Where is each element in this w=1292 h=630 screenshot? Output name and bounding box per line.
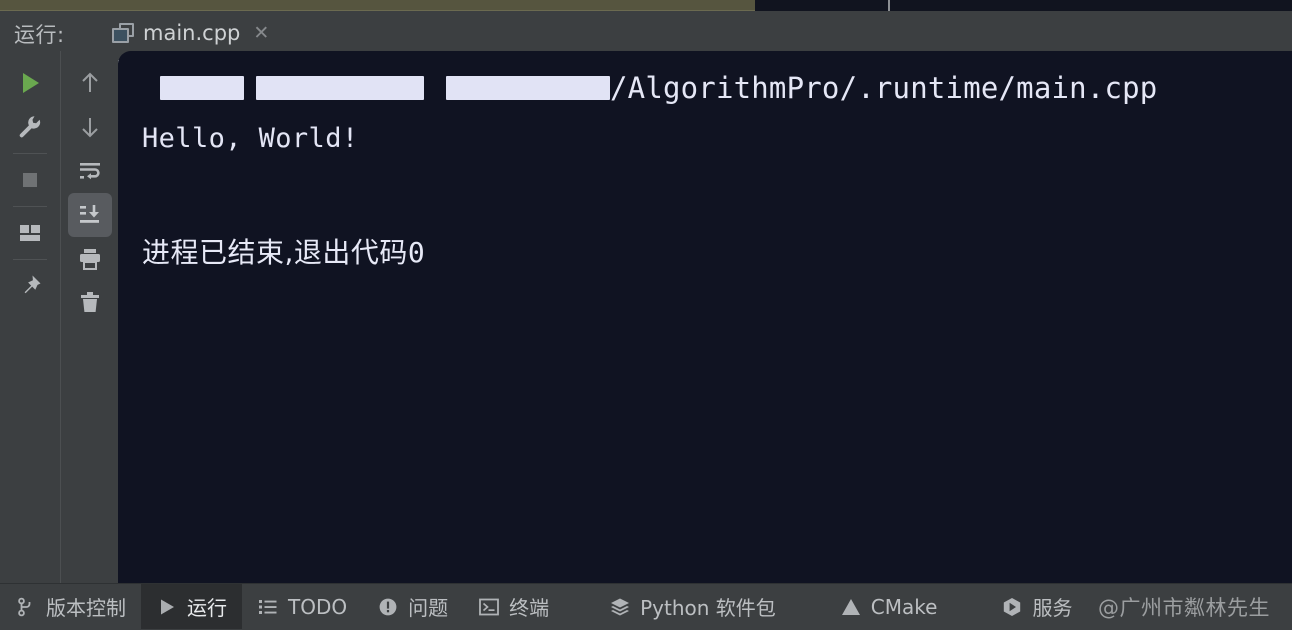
tab-main-cpp[interactable]: main.cpp ✕ — [112, 16, 269, 50]
console-exit-prefix: 进程已结束,退出代码 — [142, 236, 408, 269]
status-item-label: 终端 — [509, 596, 550, 620]
run-actions-toolbar — [0, 51, 60, 583]
print-button[interactable] — [68, 237, 112, 281]
play-icon — [23, 73, 39, 93]
previous-occurrence-button[interactable] — [68, 61, 112, 105]
status-item-run[interactable]: 运行 — [141, 584, 242, 629]
console-actions-toolbar — [60, 51, 118, 583]
pin-button[interactable] — [8, 264, 52, 308]
play-circle-icon — [1001, 596, 1023, 618]
ide-run-window: 运行: main.cpp ✕ /AlgorithmPro/.runtime/ma… — [0, 0, 1292, 630]
printer-icon — [79, 249, 100, 270]
top-strip-olive — [0, 0, 755, 11]
layout-button[interactable] — [8, 211, 52, 255]
clear-all-button[interactable] — [68, 281, 112, 325]
layers-icon — [609, 596, 631, 618]
pin-icon — [24, 275, 41, 294]
status-item-label: CMake — [870, 594, 938, 619]
next-occurrence-button[interactable] — [68, 105, 112, 149]
status-item-label: 服务 — [1032, 596, 1073, 620]
console-output-hello: Hello, World! — [142, 123, 359, 154]
warning-circle-icon — [377, 596, 399, 618]
list-icon — [257, 596, 279, 618]
console-path-text: /AlgorithmPro/.runtime/main.cpp — [610, 71, 1158, 105]
top-strip-divider — [888, 0, 890, 11]
soft-wrap-button[interactable] — [68, 149, 112, 193]
terminal-icon — [478, 596, 500, 618]
run-tool-window-title: 运行: — [14, 23, 65, 47]
status-item-label: TODO — [288, 594, 348, 619]
trash-icon — [80, 292, 99, 312]
scroll-to-end-icon — [79, 205, 99, 223]
top-strip-navy — [755, 0, 1292, 11]
stop-button[interactable] — [8, 158, 52, 202]
branch-icon — [15, 596, 37, 618]
console-exit-code: 0 — [407, 236, 426, 269]
toolbar-divider — [13, 153, 47, 154]
status-item-todo[interactable]: TODO — [242, 584, 362, 629]
run-tool-window-header: 运行: main.cpp ✕ — [0, 11, 1292, 63]
status-item-services[interactable]: 服务 — [986, 584, 1087, 629]
redacted-segment — [160, 76, 244, 100]
triangle-icon — [840, 596, 862, 618]
stop-square-icon — [23, 173, 37, 187]
status-item-label: 版本控制 — [46, 596, 126, 620]
status-item-python-packages[interactable]: Python 软件包 — [594, 584, 791, 629]
play-icon — [156, 596, 178, 618]
status-tool-bar: 版本控制 运行 TODO 问题 终端 Python 软件包 CMake 服务 — [0, 583, 1292, 630]
scroll-to-end-button[interactable] — [67, 193, 112, 237]
settings-button[interactable] — [8, 105, 52, 149]
status-item-cmake[interactable]: CMake — [825, 584, 953, 629]
layout-panels-icon — [20, 225, 40, 241]
console-exit-message: 进程已结束,退出代码0 — [142, 231, 425, 271]
status-item-label: 问题 — [408, 596, 449, 620]
arrow-up-icon — [81, 72, 98, 92]
arrow-down-icon — [81, 118, 98, 138]
status-item-problems[interactable]: 问题 — [362, 584, 463, 629]
rerun-button[interactable] — [8, 61, 52, 105]
redacted-segment — [446, 76, 610, 100]
close-icon[interactable]: ✕ — [253, 24, 269, 43]
toolbar-divider — [13, 206, 47, 207]
soft-wrap-icon — [79, 163, 100, 180]
status-item-label: 运行 — [187, 596, 227, 620]
redacted-segment — [256, 76, 424, 100]
wrench-icon — [19, 116, 41, 138]
status-item-label: Python 软件包 — [640, 596, 776, 620]
console-command-line: /AlgorithmPro/.runtime/main.cpp — [138, 71, 1157, 105]
tab-label: main.cpp — [143, 21, 241, 45]
toolbar-divider — [13, 259, 47, 260]
status-item-version-control[interactable]: 版本控制 — [0, 584, 141, 629]
status-item-terminal[interactable]: 终端 — [463, 584, 564, 629]
console-output-panel[interactable]: /AlgorithmPro/.runtime/main.cpp Hello, W… — [118, 51, 1292, 583]
top-strip — [0, 0, 1292, 11]
window-icon — [112, 23, 134, 43]
